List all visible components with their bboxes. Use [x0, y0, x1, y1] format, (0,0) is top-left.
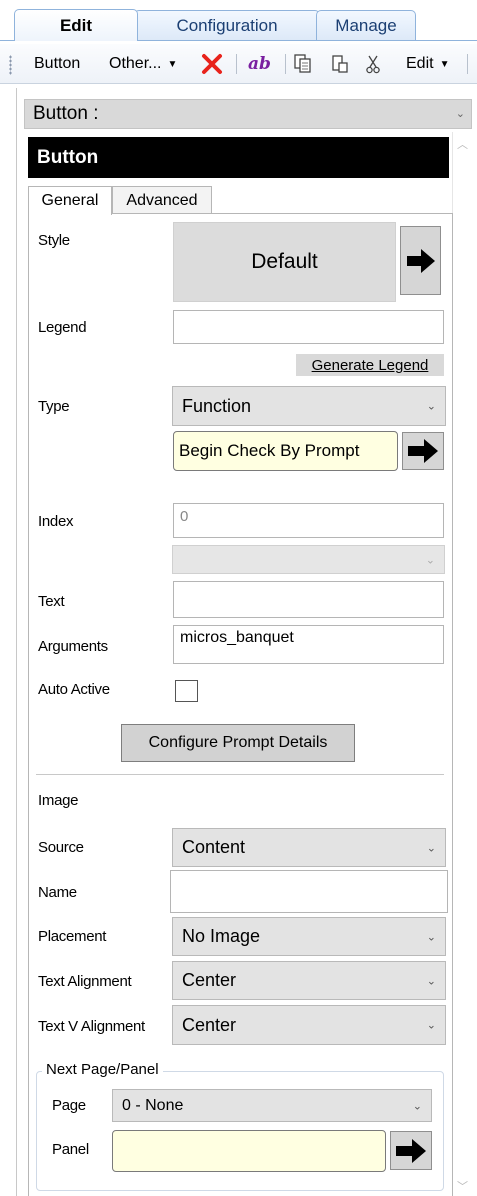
- arrow-right-icon: [396, 1138, 426, 1163]
- auto-active-checkbox[interactable]: [175, 680, 198, 702]
- chevron-down-icon: ▼: [167, 58, 178, 70]
- delete-button[interactable]: [201, 52, 223, 76]
- edit-dropdown-button[interactable]: Edit ▼: [406, 52, 449, 76]
- text-v-alignment-label: Text V Alignment: [38, 1018, 145, 1035]
- section-divider: [36, 774, 444, 775]
- cut-button[interactable]: [365, 52, 381, 76]
- tab-edit[interactable]: Edit: [14, 9, 138, 41]
- legend-input[interactable]: [173, 310, 444, 344]
- arrow-right-icon: [406, 248, 435, 273]
- text-alignment-select[interactable]: Center ⌄: [172, 961, 446, 1000]
- toolbar-separator: [236, 54, 237, 74]
- toolbar-separator: [285, 54, 286, 74]
- bold-text-button[interactable]: ab: [248, 52, 271, 76]
- tab-configuration[interactable]: Configuration: [134, 10, 320, 40]
- type-label: Type: [38, 398, 70, 415]
- tab-general[interactable]: General: [28, 186, 112, 215]
- index-input[interactable]: 0: [173, 503, 444, 538]
- panel-select-button[interactable]: [390, 1131, 432, 1170]
- object-selector[interactable]: Button : ⌄: [24, 99, 472, 129]
- text-v-alignment-select[interactable]: Center ⌄: [172, 1005, 446, 1045]
- paste-icon: [332, 55, 348, 73]
- configure-prompt-details-button[interactable]: Configure Prompt Details: [121, 724, 355, 762]
- scroll-down-icon[interactable]: ﹀: [457, 1178, 468, 1194]
- arguments-input[interactable]: micros_banquet: [173, 625, 444, 664]
- image-name-input[interactable]: [170, 870, 448, 913]
- text-label: Text: [38, 593, 65, 610]
- chevron-down-icon: ▼: [439, 58, 450, 70]
- next-page-panel-label: Next Page/Panel: [42, 1061, 163, 1078]
- arrow-right-icon: [408, 439, 438, 463]
- arguments-label: Arguments: [38, 638, 108, 655]
- page-label: Page: [52, 1097, 86, 1114]
- source-select[interactable]: Content ⌄: [172, 828, 446, 867]
- type-select[interactable]: Function ⌄: [172, 386, 446, 426]
- style-label: Style: [38, 232, 70, 249]
- chevron-down-icon: ⌄: [426, 1019, 436, 1032]
- function-field[interactable]: Begin Check By Prompt: [173, 431, 398, 471]
- image-section-label: Image: [38, 792, 79, 809]
- source-label: Source: [38, 839, 84, 856]
- delete-x-icon: [202, 54, 222, 74]
- style-select-button[interactable]: [400, 226, 441, 295]
- chevron-down-icon: ⌄: [455, 108, 465, 120]
- tab-manage[interactable]: Manage: [316, 10, 416, 40]
- other-dropdown-button[interactable]: Other... ▼: [109, 52, 177, 76]
- vertical-scrollbar[interactable]: ︿ ﹀: [452, 132, 474, 1196]
- toolbar-grip-icon[interactable]: [9, 55, 12, 75]
- chevron-down-icon: ⌄: [426, 842, 436, 854]
- copy-button[interactable]: [294, 52, 312, 76]
- ribbon-tab-strip: Edit Configuration Manage: [0, 0, 477, 44]
- panel-field[interactable]: [112, 1130, 386, 1172]
- index-sub-select[interactable]: ⌄: [172, 545, 445, 574]
- paste-button[interactable]: [331, 52, 349, 76]
- generate-legend-link[interactable]: Generate Legend: [296, 354, 444, 376]
- tab-advanced[interactable]: Advanced: [112, 186, 212, 214]
- style-preview-button[interactable]: Default: [173, 222, 396, 302]
- toolbar-separator: [467, 54, 468, 74]
- name-label: Name: [38, 884, 77, 901]
- chevron-down-icon: ⌄: [426, 975, 436, 987]
- chevron-down-icon: ⌄: [412, 1100, 422, 1112]
- panel-title: Button: [28, 137, 449, 178]
- auto-active-label: Auto Active: [38, 681, 110, 698]
- scroll-up-icon[interactable]: ︿: [457, 136, 468, 152]
- legend-label: Legend: [38, 319, 87, 336]
- button-tool-button[interactable]: Button: [34, 52, 80, 76]
- chevron-down-icon: ⌄: [425, 554, 435, 566]
- text-alignment-label: Text Alignment: [38, 973, 132, 990]
- toolbar: Button Other... ▼ ab Edit ▼: [0, 44, 477, 84]
- panel-label: Panel: [52, 1141, 89, 1158]
- chevron-down-icon: ⌄: [426, 931, 436, 943]
- index-label: Index: [38, 513, 74, 530]
- placement-label: Placement: [38, 928, 107, 945]
- copy-icon: [294, 54, 311, 73]
- chevron-down-icon: ⌄: [426, 400, 436, 413]
- placement-select[interactable]: No Image ⌄: [172, 917, 446, 956]
- scissors-icon: [366, 55, 380, 74]
- page-select[interactable]: 0 - None ⌄: [112, 1089, 432, 1122]
- text-input[interactable]: [173, 581, 444, 618]
- function-select-button[interactable]: [402, 432, 444, 470]
